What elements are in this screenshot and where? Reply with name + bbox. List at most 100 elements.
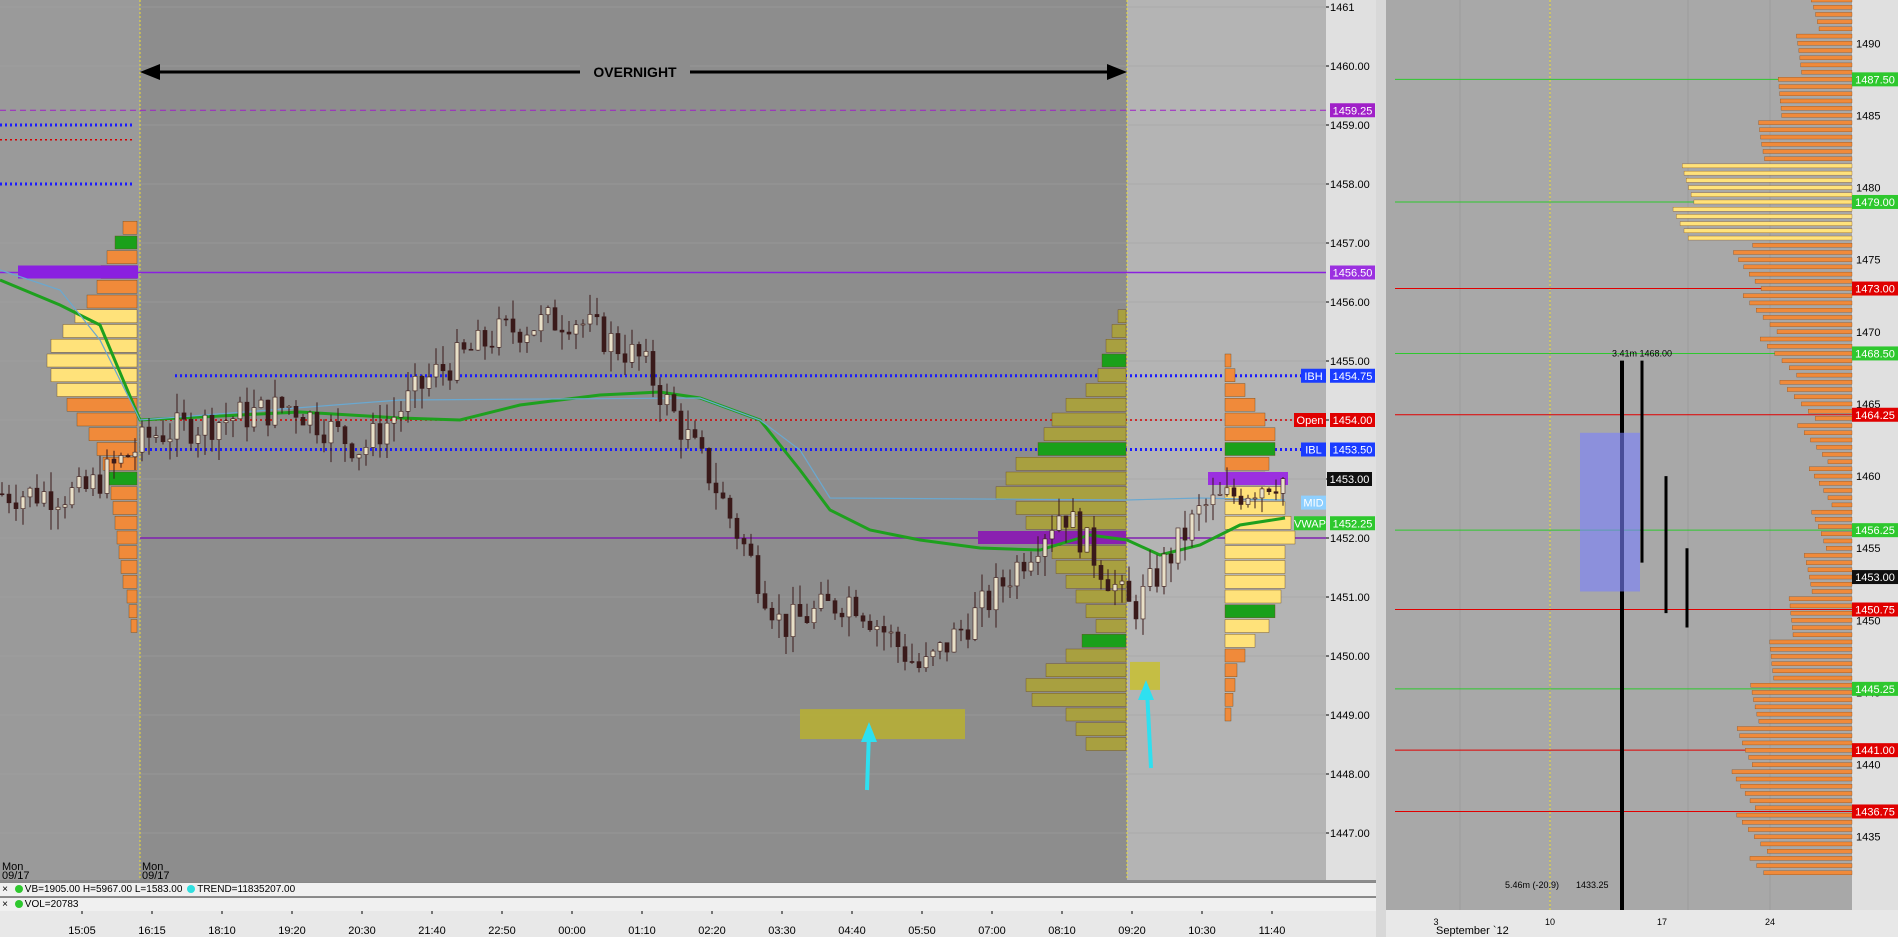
- candle-body: [1280, 478, 1286, 494]
- composite-profile-row: [1758, 120, 1853, 125]
- composite-profile-row: [1767, 848, 1853, 854]
- candle-body: [776, 613, 782, 621]
- candle-body: [797, 604, 803, 617]
- day-profile-row: [1224, 368, 1236, 382]
- candle-body: [846, 596, 852, 618]
- candle-body: [1112, 584, 1118, 592]
- composite-profile-row: [1797, 41, 1853, 46]
- overnight-profile-row: [1105, 339, 1127, 353]
- candle-body: [678, 410, 684, 440]
- close-indicator-1-icon[interactable]: ×: [0, 883, 10, 896]
- candle-body: [370, 423, 376, 448]
- composite-profile-row: [1818, 26, 1853, 32]
- composite-profile-row: [1816, 445, 1853, 450]
- right-price-axis-label: 1460: [1856, 471, 1880, 483]
- composite-profile-row: [1760, 286, 1853, 291]
- candle-body: [1203, 504, 1209, 507]
- candle-body: [461, 342, 467, 350]
- right-time-axis-label: 24: [1765, 917, 1775, 927]
- session-date-label: 09/17: [142, 870, 170, 882]
- candle-body: [510, 318, 516, 333]
- overnight-profile-row: [1045, 663, 1127, 677]
- right-price-tag: 1473.00: [1855, 284, 1895, 296]
- composite-profile-row: [1823, 488, 1853, 493]
- candle-body: [874, 626, 880, 630]
- time-axis-bg: [0, 910, 1376, 937]
- price-tag-1453.50: 1453.50: [1333, 445, 1373, 457]
- prior-profile-row: [120, 560, 138, 574]
- composite-profile-row: [1672, 207, 1853, 212]
- prior-profile-row: [46, 353, 138, 368]
- composite-profile-row: [1827, 459, 1853, 464]
- time-axis-label: 15:05: [68, 925, 96, 937]
- composite-profile-row: [1688, 185, 1853, 190]
- overnight-profile-row: [1117, 309, 1127, 323]
- price-axis-label: 1459.00: [1330, 120, 1370, 132]
- candle-body: [930, 650, 936, 657]
- candle-body: [636, 344, 642, 357]
- composite-profile-row: [1752, 762, 1853, 767]
- candle-body: [83, 476, 89, 490]
- composite-profile-row: [1770, 654, 1853, 659]
- candle-body: [629, 344, 635, 363]
- candle-body: [314, 411, 320, 436]
- price-tag-1452.25: 1452.25: [1333, 518, 1373, 530]
- candle-body: [1042, 538, 1048, 557]
- day-profile-row: [1224, 353, 1232, 368]
- intraday-chart[interactable]: OVERNIGHT 1461 1460.00 1459.00 1458.00 1457.0…: [0, 0, 1898, 937]
- candle-body: [496, 318, 502, 348]
- candle-body: [426, 376, 432, 389]
- prior-profile-row: [114, 516, 138, 530]
- candle-body: [853, 596, 859, 617]
- composite-profile-row: [1772, 668, 1853, 673]
- candle-body: [216, 422, 222, 440]
- composite-profile-row: [1787, 387, 1853, 392]
- right-time-axis-label: September `12: [1436, 925, 1509, 937]
- candle-body: [832, 600, 838, 614]
- composite-profile-row: [1686, 178, 1853, 183]
- composite-profile-row: [1781, 113, 1853, 118]
- composite-profile-row: [1788, 596, 1853, 601]
- overnight-profile-row: [1025, 678, 1127, 692]
- composite-profile-row: [1756, 863, 1853, 868]
- composite-profile-row: [1797, 423, 1853, 428]
- candle-body: [1021, 561, 1027, 572]
- candle-body: [1238, 495, 1244, 505]
- time-axis-label: 04:40: [838, 925, 866, 937]
- right-price-tag: 1453.00: [1855, 572, 1895, 584]
- candle-body: [125, 455, 131, 458]
- price-axis-label: 1460.00: [1330, 61, 1370, 73]
- close-indicator-2-icon[interactable]: ×: [0, 898, 10, 911]
- prior-profile-row: [110, 486, 138, 500]
- candle-body: [251, 407, 257, 428]
- composite-profile-row: [1796, 372, 1853, 378]
- price-tag-vwap: VWAP: [1294, 518, 1326, 530]
- candle-body: [188, 418, 194, 444]
- composite-profile-row: [1736, 726, 1853, 731]
- candle-body: [1245, 497, 1251, 505]
- candle-body: [153, 435, 159, 438]
- right-price-tag: 1479.00: [1855, 197, 1895, 209]
- composite-profile-row: [1806, 560, 1853, 565]
- candle-body: [6, 493, 12, 504]
- composite-profile-row: [1799, 55, 1853, 60]
- composite-profile-row: [1773, 675, 1853, 681]
- candle-body: [1224, 487, 1230, 495]
- composite-profile-row: [1749, 798, 1853, 803]
- candle-body: [986, 590, 992, 611]
- composite-profile-row: [1778, 77, 1853, 82]
- candle-body: [1147, 568, 1153, 587]
- composite-profile-row: [1821, 531, 1853, 536]
- time-axis-label: 22:50: [488, 925, 516, 937]
- day-profile-row: [1224, 648, 1246, 663]
- composite-profile-row: [1750, 683, 1853, 688]
- candle-body: [1175, 527, 1181, 564]
- prior-profile-row: [88, 427, 138, 441]
- price-tag-1456.50: 1456.50: [1333, 268, 1373, 280]
- time-axis-label: 03:30: [768, 925, 796, 937]
- composite-profile-row: [1827, 495, 1853, 500]
- day-profile-row: [1224, 589, 1282, 604]
- composite-profile-row: [1758, 719, 1853, 724]
- right-price-tag: 1464.25: [1855, 410, 1895, 422]
- candle-body: [363, 447, 369, 455]
